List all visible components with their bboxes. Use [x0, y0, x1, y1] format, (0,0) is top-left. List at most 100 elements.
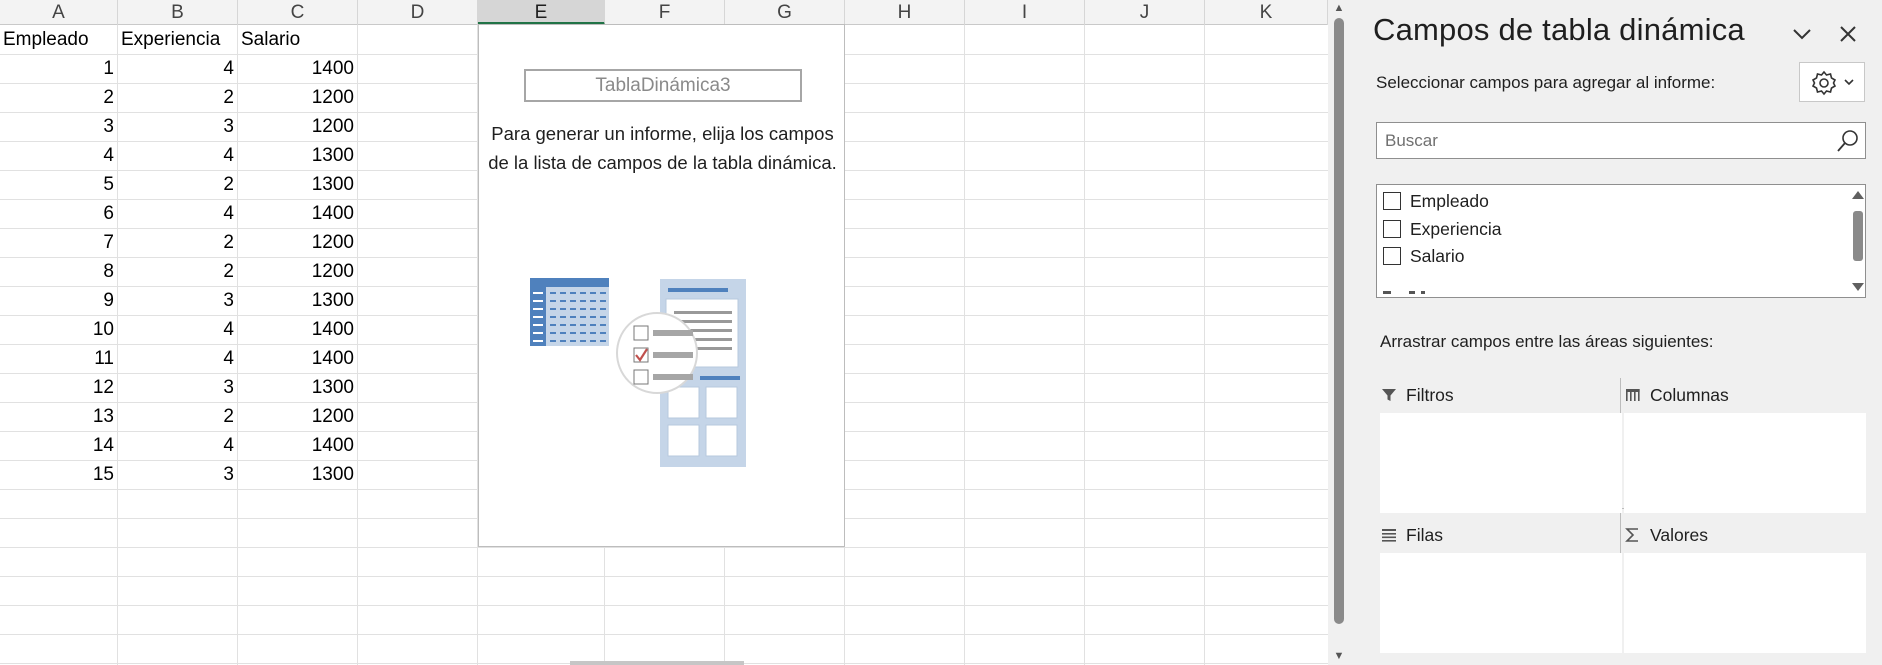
table-cell[interactable]: 1200: [238, 228, 358, 257]
search-input[interactable]: [1377, 123, 1827, 158]
table-cell[interactable]: 1200: [238, 402, 358, 431]
column-header-f[interactable]: F: [605, 0, 725, 25]
field-list-scrollbar[interactable]: [1846, 185, 1865, 297]
table-cell[interactable]: 7: [0, 228, 118, 257]
table-cell[interactable]: 3: [118, 460, 238, 489]
header-cell[interactable]: Salario: [238, 25, 358, 54]
chevron-down-icon[interactable]: [1786, 18, 1818, 50]
table-cell[interactable]: 2: [118, 257, 238, 286]
pivot-illustration-icon: [530, 278, 746, 467]
table-cell[interactable]: 13: [0, 402, 118, 431]
scroll-down-arrow-icon[interactable]: ▼: [1333, 650, 1345, 662]
values-area-header: Valores: [1624, 520, 1708, 550]
table-cell[interactable]: 3: [118, 112, 238, 141]
table-cell[interactable]: 1300: [238, 286, 358, 315]
filters-drop-zone[interactable]: [1380, 413, 1622, 513]
column-header-g[interactable]: G: [725, 0, 845, 25]
pane-subtitle: Seleccionar campos para agregar al infor…: [1376, 73, 1716, 92]
column-header-b[interactable]: B: [118, 0, 238, 25]
column-header-a[interactable]: A: [0, 0, 118, 25]
table-cell[interactable]: 12: [0, 373, 118, 402]
field-item-experiencia[interactable]: Experiencia: [1383, 217, 1501, 241]
sheet-tab-strip-edge: [570, 661, 744, 665]
table-cell[interactable]: 1: [0, 54, 118, 83]
table-cell[interactable]: 1400: [238, 199, 358, 228]
search-icon[interactable]: [1835, 128, 1861, 154]
table-cell[interactable]: 4: [118, 344, 238, 373]
table-cell[interactable]: 14: [0, 431, 118, 460]
table-cell[interactable]: 1400: [238, 315, 358, 344]
table-cell[interactable]: 2: [0, 83, 118, 112]
pivot-field-pane: Campos de tabla dinámica Seleccionar cam…: [1350, 0, 1882, 665]
table-cell[interactable]: 4: [118, 431, 238, 460]
table-cell[interactable]: 4: [118, 199, 238, 228]
table-cell[interactable]: 1300: [238, 373, 358, 402]
table-cell[interactable]: 4: [118, 141, 238, 170]
scrollbar-thumb[interactable]: [1334, 18, 1344, 624]
table-cell[interactable]: 4: [0, 141, 118, 170]
header-cell[interactable]: Empleado: [0, 25, 118, 54]
table-cell[interactable]: 2: [118, 228, 238, 257]
table-cell[interactable]: 1300: [238, 170, 358, 199]
table-cell[interactable]: 4: [118, 54, 238, 83]
table-cell[interactable]: 1200: [238, 83, 358, 112]
table-cell[interactable]: 4: [118, 315, 238, 344]
worksheet: ABCDEFGHIJK Empleado Experiencia Salario 1 4…: [0, 0, 1328, 665]
table-cell[interactable]: 1300: [238, 460, 358, 489]
table-cell[interactable]: 6: [0, 199, 118, 228]
table-cell[interactable]: 15: [0, 460, 118, 489]
column-header-d[interactable]: D: [358, 0, 478, 25]
table-cell[interactable]: 1200: [238, 112, 358, 141]
table-cell[interactable]: 5: [0, 170, 118, 199]
column-header-c[interactable]: C: [238, 0, 358, 25]
grid-line: [1084, 25, 1085, 665]
table-cell[interactable]: 1400: [238, 431, 358, 460]
table-cell[interactable]: 1200: [238, 257, 358, 286]
scroll-up-arrow-icon[interactable]: ▲: [1333, 2, 1345, 14]
columns-area: Columnas: [1624, 380, 1866, 516]
table-cell[interactable]: 3: [118, 286, 238, 315]
table-cell[interactable]: 11: [0, 344, 118, 373]
table-cell[interactable]: 3: [0, 112, 118, 141]
field-checkbox[interactable]: [1383, 192, 1401, 210]
table-cell[interactable]: 8: [0, 257, 118, 286]
table-cell[interactable]: 1400: [238, 344, 358, 373]
table-cell[interactable]: 2: [118, 83, 238, 112]
header-cell[interactable]: Experiencia: [118, 25, 238, 54]
values-area: Valores: [1624, 520, 1866, 656]
column-header-h[interactable]: H: [845, 0, 965, 25]
table-cell[interactable]: 2: [118, 402, 238, 431]
pane-title: Campos de tabla dinámica: [1373, 12, 1745, 47]
column-headers: ABCDEFGHIJK: [0, 0, 1328, 25]
field-item-salario[interactable]: Salario: [1383, 244, 1464, 268]
field-list-scroll-thumb[interactable]: [1853, 211, 1863, 261]
table-cell[interactable]: 1400: [238, 54, 358, 83]
table-cell[interactable]: 2: [118, 170, 238, 199]
filters-area-label: Filtros: [1406, 384, 1454, 405]
column-header-i[interactable]: I: [965, 0, 1085, 25]
field-search: [1376, 122, 1866, 159]
field-checkbox[interactable]: [1383, 247, 1401, 265]
column-header-k[interactable]: K: [1205, 0, 1328, 25]
column-header-j[interactable]: J: [1085, 0, 1205, 25]
table-cell[interactable]: 3: [118, 373, 238, 402]
pivot-table-placeholder[interactable]: TablaDinámica3 Para generar un informe, …: [478, 24, 845, 547]
rows-area-label: Filas: [1406, 524, 1443, 545]
field-checkbox[interactable]: [1383, 220, 1401, 238]
columns-drop-zone[interactable]: [1624, 413, 1866, 513]
field-item-empleado[interactable]: Empleado: [1383, 189, 1489, 213]
partially-hidden-field: [1383, 291, 1425, 294]
rows-drop-zone[interactable]: [1380, 553, 1622, 653]
field-label: Salario: [1410, 245, 1465, 266]
grid-line: [0, 547, 1328, 548]
vertical-scrollbar[interactable]: ▲ ▼: [1328, 0, 1350, 665]
grid-line: [0, 576, 1328, 577]
table-cell[interactable]: 10: [0, 315, 118, 344]
close-icon[interactable]: [1832, 18, 1864, 50]
table-cell[interactable]: 9: [0, 286, 118, 315]
grid-line: [964, 25, 965, 665]
table-cell[interactable]: 1300: [238, 141, 358, 170]
tools-button[interactable]: [1799, 62, 1865, 102]
column-header-e[interactable]: E: [478, 0, 605, 25]
values-drop-zone[interactable]: [1624, 553, 1866, 653]
